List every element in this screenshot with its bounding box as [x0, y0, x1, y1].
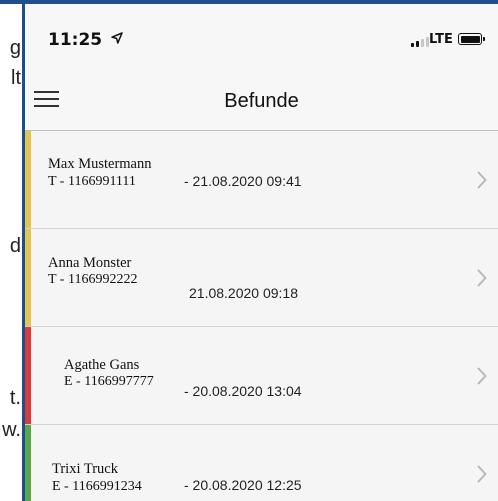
location-arrow-icon — [111, 32, 123, 44]
list-item[interactable]: Trixi Truck E - 1166991234 - 20.08.2020 … — [25, 425, 498, 501]
patient-name: Trixi Truck — [52, 461, 118, 477]
status-indicator — [25, 131, 31, 228]
text-fragment: g — [9, 37, 21, 59]
result-date: - 20.08.2020 12:25 — [184, 477, 302, 493]
background-document-fragment: g lt d t. w. — [0, 4, 22, 501]
text-fragment: lt — [11, 67, 21, 89]
page-title: Befunde — [224, 90, 299, 112]
chevron-right-icon — [477, 171, 487, 189]
phone-screen: 11:25 LTE Befunde Max Mustermann T - 116… — [25, 4, 498, 501]
list-item[interactable]: Agathe Gans E - 1166997777 - 20.08.2020 … — [25, 327, 498, 425]
list-item[interactable]: Anna Monster T - 1166992222 21.08.2020 0… — [25, 229, 498, 327]
chevron-right-icon — [477, 269, 487, 287]
result-date: - 21.08.2020 09:41 — [184, 173, 302, 189]
patient-name: Agathe Gans — [64, 357, 140, 373]
signal-strength-icon — [411, 37, 429, 47]
patient-id: E - 1166997777 — [64, 374, 154, 389]
text-fragment: w. — [2, 419, 21, 441]
patient-id: E - 1166991234 — [52, 479, 142, 494]
text-fragment: d — [9, 235, 21, 257]
status-indicator — [25, 327, 31, 424]
patient-id: T - 1166992222 — [48, 272, 138, 287]
list-item[interactable]: Max Mustermann T - 1166991111 - 21.08.20… — [25, 131, 498, 229]
patient-id: T - 1166991111 — [48, 174, 136, 189]
battery-icon — [458, 33, 485, 45]
status-indicator — [25, 229, 31, 326]
results-list: Max Mustermann T - 1166991111 - 21.08.20… — [25, 131, 498, 501]
result-date: - 20.08.2020 13:04 — [184, 383, 302, 399]
text-fragment: t. — [9, 387, 21, 409]
navigation-bar: Befunde — [25, 60, 498, 131]
chevron-right-icon — [477, 367, 487, 385]
status-time: 11:25 — [48, 30, 103, 50]
result-date: 21.08.2020 09:18 — [189, 285, 298, 301]
chevron-right-icon — [477, 465, 487, 483]
status-bar: 11:25 LTE — [25, 4, 498, 60]
status-indicator — [25, 425, 31, 501]
patient-name: Anna Monster — [48, 255, 132, 271]
network-type: LTE — [429, 32, 453, 47]
patient-name: Max Mustermann — [48, 156, 152, 172]
